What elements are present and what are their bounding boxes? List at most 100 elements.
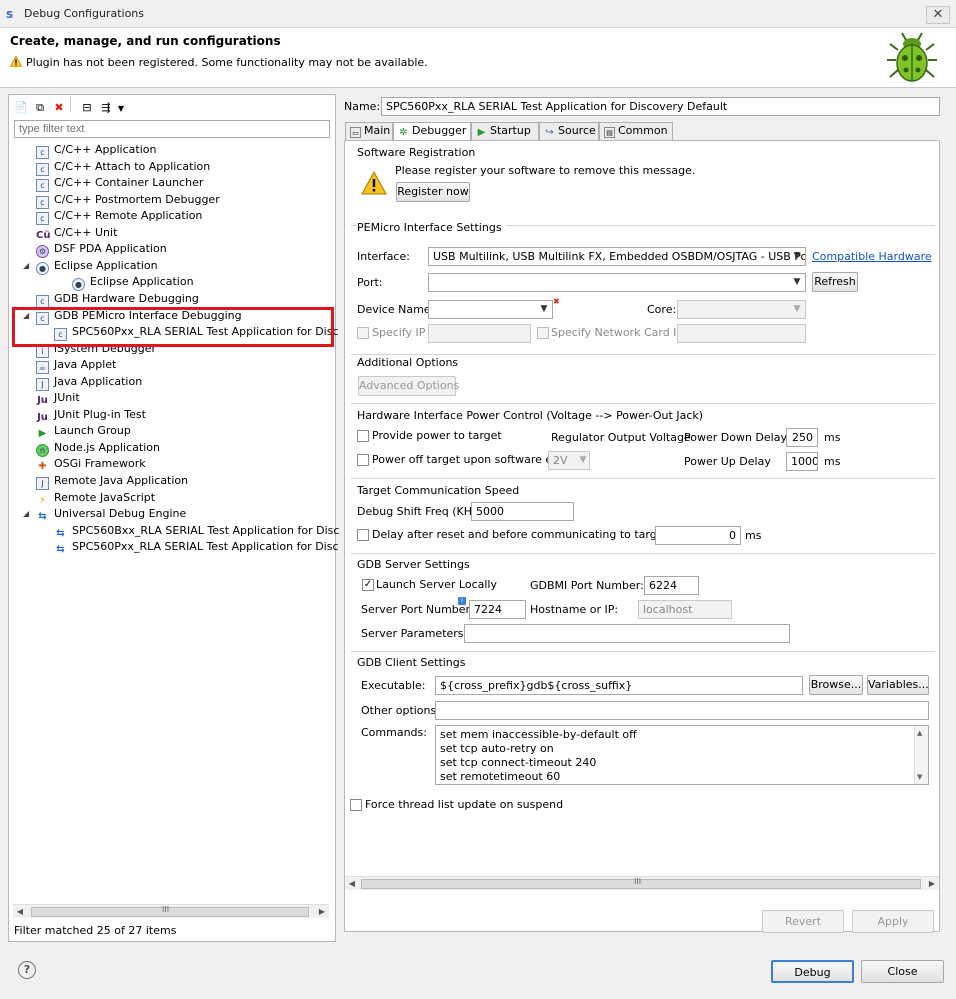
provide-power-checkbox[interactable] [357,430,369,442]
expand-toggle-icon[interactable]: ◢ [23,506,29,522]
tree-item[interactable]: J Remote Java Application [36,473,188,490]
voltage-select[interactable]: 2V ▼ [548,451,590,470]
tree-item[interactable]: ● Eclipse Application [72,274,194,292]
hostname-input[interactable]: localhost [638,600,732,619]
new-config-icon[interactable]: 📄 [13,100,29,116]
tab-startup[interactable]: ▶ Startup [471,122,539,140]
tree-item[interactable]: c C/C++ Container Launcher [36,175,203,193]
executable-input[interactable]: ${cross_prefix}gdb${cross_suffix} [435,676,803,695]
delay-reset-checkbox[interactable] [357,529,369,541]
scroll-right-icon[interactable]: ▶ [315,905,329,919]
c-config-icon: c [36,212,49,226]
configuration-editor: Name: SPC560Pxx_RLA SERIAL Test Applicat… [339,94,950,942]
core-select[interactable]: ▼ [677,300,806,319]
tree-item[interactable]: ⚡ Remote JavaScript [36,490,155,506]
delete-config-icon[interactable]: ✖ [51,100,67,116]
tree-item[interactable]: ☕ Java Applet [36,357,116,375]
tree-item[interactable]: c C/C++ Application [36,142,156,159]
tab-source[interactable]: ↪ Source [539,122,599,140]
common-tab-icon: ▤ [604,127,615,138]
tree-item[interactable]: ✚ OSGi Framework [36,456,145,472]
ip-input[interactable] [428,324,531,343]
window-close-button[interactable]: ✕ [926,6,950,24]
power-down-input[interactable]: 250 [786,428,818,447]
device-name-select[interactable]: ▼ [428,300,553,319]
scroll-down-icon[interactable]: ▼ [917,770,922,784]
gdb-server-title: GDB Server Settings [357,558,470,571]
collapse-all-icon[interactable]: ⊟ [79,100,95,116]
tree-item[interactable]: ▶ Launch Group [36,423,131,439]
shift-freq-label: Debug Shift Freq (KHz) [357,505,483,518]
tree-item[interactable]: J Java Application [36,374,142,391]
commands-scrollbar[interactable]: ▲ ▼ [914,726,928,784]
divider [351,478,935,479]
advanced-options-button[interactable]: Advanced Options [358,376,459,396]
tree-item[interactable]: ◢ ⇆ Universal Debug Engine [23,506,187,522]
register-now-button[interactable]: Register now [396,182,470,202]
power-off-checkbox[interactable] [357,454,369,466]
window-title: Debug Configurations [24,7,145,20]
java-applet-icon: ☕ [36,361,49,375]
tree-item[interactable]: Cü C/C++ Unit [36,225,117,241]
compatible-hardware-link[interactable]: Compatible Hardware [812,250,932,263]
divider [351,403,935,404]
revert-button[interactable]: Revert [762,910,844,933]
tree-item[interactable]: ⇆ SPC560Bxx_RLA SERIAL Test Application f… [54,523,370,539]
tree-item-label: Universal Debug Engine [54,507,187,521]
apply-button[interactable]: Apply [852,910,934,933]
launch-locally-checkbox[interactable]: ✓ [362,579,374,591]
expand-toggle-icon[interactable]: ◢ [23,258,29,274]
interface-select[interactable]: USB Multilink, USB Multilink FX, Embedde… [428,247,806,266]
specify-network-checkbox[interactable] [537,327,549,339]
close-button[interactable]: Close [861,960,944,983]
scroll-left-icon[interactable]: ◀ [13,905,27,919]
divider [351,651,935,652]
tree-item-label: C/C++ Unit [54,225,118,239]
command-line: set tcp connect-timeout 240 [440,756,597,769]
variables-button[interactable]: Variables... [867,675,929,695]
server-port-input[interactable]: 7224 [469,600,526,619]
network-card-input[interactable] [677,324,806,343]
scroll-thumb[interactable]: III [361,877,921,889]
tree-item[interactable]: c C/C++ Remote Application [36,208,202,226]
tree-item[interactable]: ⚙ DSF PDA Application [36,241,167,259]
port-select[interactable]: ▼ [428,273,806,292]
tree-item[interactable]: c C/C++ Postmortem Debugger [36,192,220,209]
tree-item[interactable]: n Node.js Application [36,440,160,457]
tab-debugger[interactable]: ✲ Debugger [393,122,471,141]
tree-item[interactable]: Ju JUnit [36,390,80,406]
force-thread-checkbox[interactable] [350,799,362,811]
debug-button[interactable]: Debug [771,960,854,983]
refresh-button[interactable]: Refresh [812,272,858,292]
filter-menu-chevron-icon[interactable]: ▼ [117,101,125,117]
scroll-left-icon[interactable]: ◀ [345,877,359,891]
tree-item[interactable]: ⇆ SPC560Pxx_RLA SERIAL Test Application f… [54,539,369,555]
filter-status: Filter matched 25 of 27 items [14,924,177,937]
power-up-input[interactable]: 1000 [786,452,818,471]
commands-textarea[interactable]: set mem inaccessible-by-default off set … [435,725,929,785]
specify-ip-checkbox[interactable] [357,327,369,339]
tree-horizontal-scrollbar[interactable]: ◀ III ▶ [13,904,329,918]
tree-item[interactable]: Ju JUnit Plug-in Test [36,407,146,423]
tab-common[interactable]: ▤ Common [599,122,673,140]
duplicate-config-icon[interactable]: ⧉ [32,100,48,116]
filter-input[interactable] [14,120,330,138]
tab-main[interactable]: ▭ Main [345,122,393,140]
tree-item[interactable]: c C/C++ Attach to Application [36,159,210,176]
panel-horizontal-scrollbar[interactable]: ◀ III ▶ [345,876,939,890]
name-input[interactable]: SPC560Pxx_RLA SERIAL Test Application fo… [381,97,940,116]
tree-item[interactable]: c GDB Hardware Debugging [36,291,199,308]
server-params-input[interactable] [464,624,790,643]
scroll-thumb[interactable]: III [31,905,309,917]
help-icon[interactable]: ? [18,961,36,979]
gdbmi-port-input[interactable]: 6224 [644,576,699,595]
shift-freq-input[interactable]: 5000 [471,502,574,521]
browse-button[interactable]: Browse... [809,675,863,695]
filter-config-icon[interactable]: ⇶ [98,100,114,116]
scroll-right-icon[interactable]: ▶ [925,877,939,891]
delay-input[interactable]: 0 [655,526,741,545]
scroll-up-icon[interactable]: ▲ [917,726,922,740]
delay-unit: ms [745,529,762,542]
other-options-input[interactable] [435,701,929,720]
tree-item[interactable]: ◢ ● Eclipse Application [23,258,158,275]
